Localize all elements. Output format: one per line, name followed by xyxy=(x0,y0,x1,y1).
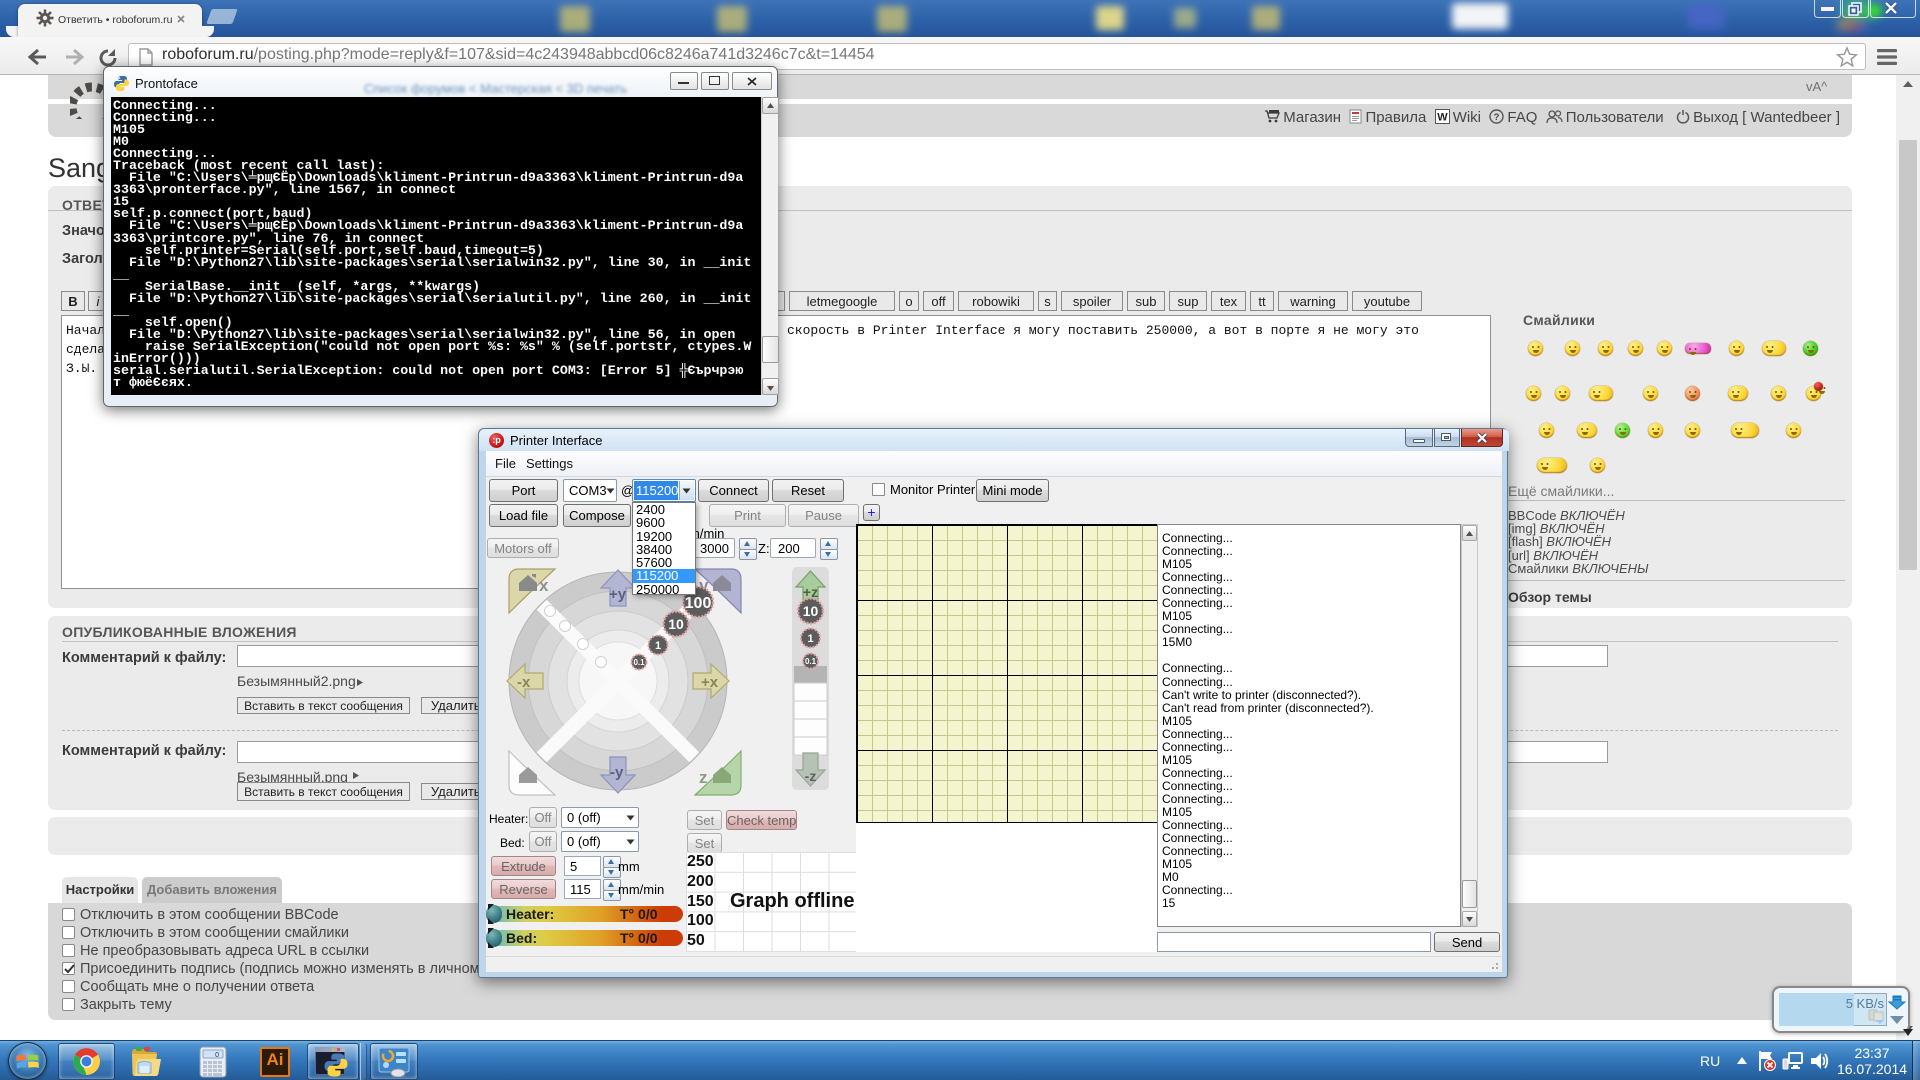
svg-text:-x: -x xyxy=(517,674,531,691)
svg-text:-z: -z xyxy=(805,768,817,784)
svg-text:0.1: 0.1 xyxy=(805,657,817,666)
svg-text:100: 100 xyxy=(685,595,712,612)
svg-text:+y: +y xyxy=(609,586,627,603)
svg-text:W: W xyxy=(1437,112,1448,124)
svg-text:0.1: 0.1 xyxy=(633,658,645,667)
svg-text:1: 1 xyxy=(807,633,813,645)
svg-text:1: 1 xyxy=(655,640,661,652)
svg-text:?: ? xyxy=(1494,112,1500,123)
svg-text:z: z xyxy=(699,768,708,787)
svg-text:0: 0 xyxy=(215,1052,219,1059)
svg-text:10: 10 xyxy=(668,616,684,632)
svg-text:10: 10 xyxy=(803,603,819,619)
svg-text:+z: +z xyxy=(803,584,818,600)
svg-text:+x: +x xyxy=(701,674,719,691)
svg-text:x: x xyxy=(539,576,549,595)
svg-text:-y: -y xyxy=(610,764,624,781)
